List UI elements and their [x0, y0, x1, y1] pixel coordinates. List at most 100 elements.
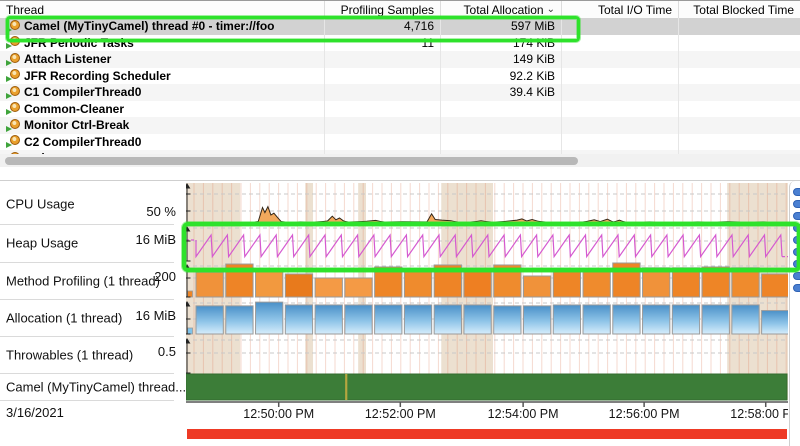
blocked-cell — [679, 117, 800, 134]
profiler-window: Thread Profiling Samples Total Allocation⌄… — [0, 0, 800, 446]
label-separator — [0, 400, 174, 401]
track-name: Allocation (1 thread) — [6, 310, 122, 325]
allocation-bar — [464, 305, 491, 334]
table-row[interactable]: Common-Cleaner — [0, 101, 800, 118]
table-row[interactable]: C2 CompilerThread0 — [0, 134, 800, 151]
thread-icon — [6, 86, 21, 99]
time-axis-label: 12:52:00 PM — [365, 407, 436, 421]
thread-name-cell: Attach Listener — [0, 51, 325, 68]
track-name: Throwables (1 thread) — [6, 347, 133, 362]
side-panel-item[interactable] — [793, 284, 800, 292]
allocation-bar — [226, 306, 253, 334]
track-label-heap[interactable]: Heap Usage16 MiB — [0, 224, 186, 262]
thread-icon — [6, 36, 21, 49]
column-header-label: Total Blocked Time — [693, 3, 794, 17]
table-row[interactable]: Attach Listener 149 KiB — [0, 51, 800, 68]
thread-icon-ring — [10, 69, 20, 79]
thread-event-marker — [345, 374, 347, 400]
side-panel-item[interactable] — [793, 236, 800, 244]
label-separator — [0, 262, 174, 263]
method-profiling-bar — [732, 268, 759, 297]
method-profiling-bar — [464, 271, 491, 297]
right-edge-panel — [789, 181, 800, 446]
table-row[interactable]: Monitor Ctrl-Break — [0, 117, 800, 134]
table-row[interactable]: C1 CompilerThread039.4 KiB — [0, 84, 800, 101]
thread-name-cell: Common-Cleaner — [0, 101, 325, 118]
allocation-bar — [643, 305, 670, 334]
thread-icon — [6, 53, 21, 66]
allocation-cell: 92.2 KiB — [441, 68, 562, 85]
allocation-bar — [345, 305, 372, 334]
timeline-plot-svg[interactable]: 12:50:00 PM12:52:00 PM12:54:00 PM12:56:0… — [186, 183, 788, 423]
time-axis-label: 12:56:00 PM — [609, 407, 680, 421]
samples-cell: 4,716 — [325, 18, 441, 35]
column-header-label: Profiling Samples — [341, 3, 434, 17]
track-label-cpu[interactable]: CPU Usage 50 % — [0, 183, 186, 224]
timeline-plot[interactable]: 12:50:00 PM12:52:00 PM12:54:00 PM12:56:0… — [186, 183, 788, 423]
allocation-cell: 149 KiB — [441, 51, 562, 68]
side-panel-item[interactable] — [793, 188, 800, 196]
track-tick-value: 200 — [154, 269, 176, 284]
track-tick-value: 0.5 — [158, 344, 176, 359]
thread-icon-ring — [10, 53, 20, 63]
track-label-alloc[interactable]: Allocation (1 thread) 16 MiB — [0, 299, 186, 336]
allocation-bar — [375, 305, 402, 334]
track-tick-value: 50 % — [146, 204, 176, 219]
column-header-thread[interactable]: Thread — [0, 1, 325, 18]
side-panel-item[interactable] — [793, 260, 800, 268]
label-separator — [0, 373, 174, 374]
thread-icon-ring — [10, 36, 20, 46]
io-cell — [562, 84, 679, 101]
side-panel-item[interactable] — [793, 212, 800, 220]
thread-name-cell: Monitor Ctrl-Break — [0, 117, 325, 134]
track-label-thread[interactable]: Camel (MyTinyCamel) thread... — [0, 373, 186, 400]
allocation-cell: 597 MiB — [441, 18, 562, 35]
column-header-label: Thread — [6, 3, 44, 17]
blocked-cell — [679, 134, 800, 151]
side-panel-item[interactable] — [793, 200, 800, 208]
method-profiling-bar — [523, 276, 550, 297]
column-header-profiling-samples[interactable]: Profiling Samples — [325, 1, 441, 18]
side-panel-item[interactable] — [793, 272, 800, 280]
thread-name-cell: C2 CompilerThread0 — [0, 134, 325, 151]
thread-icon-ring — [10, 135, 20, 145]
side-panel-item[interactable] — [793, 224, 800, 232]
side-panel-item[interactable] — [793, 248, 800, 256]
column-header-total-allocation[interactable]: Total Allocation⌄ — [441, 1, 562, 18]
column-header-label: Total Allocation — [464, 3, 544, 17]
table-horizontal-scrollbar[interactable] — [0, 154, 800, 167]
track-tick-value: 16 MiB — [136, 308, 176, 323]
thread-icon — [6, 102, 21, 115]
thread-icon-ring — [10, 102, 20, 112]
thread-table-rows: Camel (MyTinyCamel) thread #0 - timer://… — [0, 18, 800, 154]
thread-table-header: Thread Profiling Samples Total Allocation⌄… — [0, 1, 800, 19]
table-row[interactable]: Camel (MyTinyCamel) thread #0 - timer://… — [0, 18, 800, 35]
label-separator — [0, 299, 174, 300]
column-header-total-i-o-time[interactable]: Total I/O Time — [562, 1, 679, 18]
io-cell — [562, 18, 679, 35]
scrollbar-thumb[interactable] — [5, 157, 578, 165]
allocation-bar — [494, 306, 521, 334]
track-label-method[interactable]: Method Profiling (1 thread)200 — [0, 262, 186, 299]
blocked-cell — [679, 18, 800, 35]
label-separator — [0, 224, 174, 225]
thread-icon — [6, 135, 21, 148]
table-row[interactable]: JFR Periodic Tasks11174 KiB — [0, 35, 800, 52]
allocation-bar — [732, 305, 759, 334]
io-cell — [562, 134, 679, 151]
allocation-bar — [583, 305, 610, 334]
io-cell — [562, 117, 679, 134]
track-name: CPU Usage — [6, 196, 75, 211]
allocation-bar — [523, 306, 550, 334]
time-range-selector[interactable] — [187, 429, 787, 439]
method-profiling-bar — [226, 264, 253, 297]
thread-name: C2 CompilerThread0 — [24, 135, 141, 149]
allocation-bar — [672, 305, 699, 334]
track-label-throw[interactable]: Throwables (1 thread) 0.5 — [0, 336, 186, 373]
allocation-cell — [441, 134, 562, 151]
table-row[interactable]: JFR Recording Scheduler92.2 KiB — [0, 68, 800, 85]
thread-icon — [6, 69, 21, 82]
method-profiling-bar — [702, 267, 729, 297]
column-header-total-blocked-time[interactable]: Total Blocked Time — [679, 1, 800, 18]
samples-cell — [325, 51, 441, 68]
